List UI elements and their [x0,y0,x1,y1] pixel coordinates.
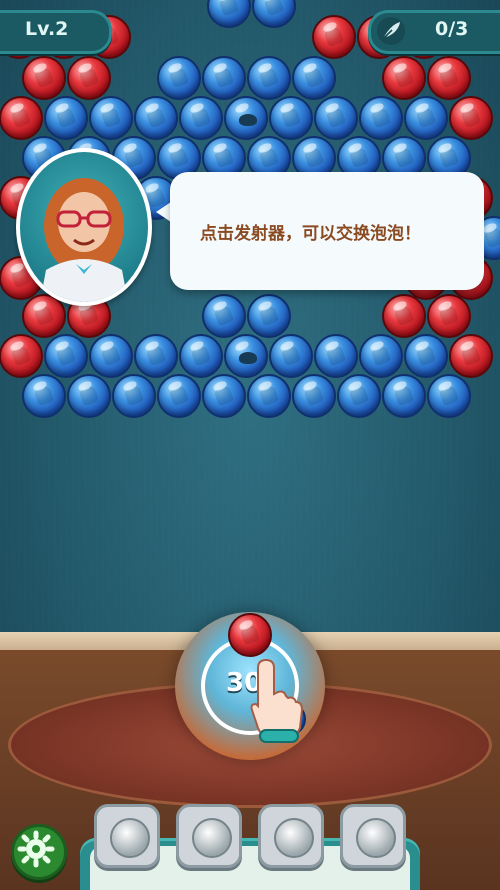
feather-icon [377,17,405,45]
red-bubble [427,56,471,100]
red-bubble [22,56,66,100]
tap-hand-icon [250,658,304,743]
blue-bubble [292,56,336,100]
blue-bubble [179,334,223,378]
red-bubble [382,294,426,338]
booster-flower-bomb[interactable] [340,804,406,868]
feather-counter: 0/3 [368,10,500,54]
blue-bubble [382,374,426,418]
blue-bubble [337,374,381,418]
red-bubble [449,334,493,378]
blue-bubble [247,374,291,418]
tutorial-speech-bubble: 点击发射器，可以交换泡泡！ [170,172,484,290]
red-bubble [0,96,43,140]
current-bubble[interactable] [228,613,272,657]
rocket-icon [274,818,314,858]
blue-bubble [404,96,448,140]
trapped-bird-icon [239,352,257,364]
red-bubble [382,56,426,100]
paint-bottle-icon [110,818,150,858]
booster-rocket[interactable] [258,804,324,868]
trapped-bird-icon [239,114,257,126]
blue-bubble [314,96,358,140]
blue-bubble [22,374,66,418]
blue-bubble [404,334,448,378]
tutorial-text: 点击发射器，可以交换泡泡！ [200,224,421,244]
blue-bubble [247,56,291,100]
blue-bubble [359,96,403,140]
blue-bubble [202,56,246,100]
flower-bomb-icon [356,818,396,858]
blue-bubble [427,374,471,418]
blue-bubble [292,374,336,418]
blue-bubble [247,294,291,338]
blue-bubble [269,334,313,378]
blue-bubble [134,334,178,378]
blue-bubble [359,334,403,378]
red-bubble [427,294,471,338]
blue-bubble [157,374,201,418]
blue-bubble [179,96,223,140]
blue-bubble [314,334,358,378]
blue-bubble [224,334,268,378]
blue-bubble [269,96,313,140]
red-bubble [0,334,43,378]
blue-bubble [112,374,156,418]
feather-count: 0/3 [435,18,469,40]
blue-bubble [202,374,246,418]
yarn-ball-icon [192,818,232,858]
blue-bubble [202,294,246,338]
blue-bubble [157,56,201,100]
red-bubble [67,56,111,100]
red-bubble [312,15,356,59]
tutorial-avatar [16,148,152,306]
game-screen: Lv.2 0/3 点击发射器，可以交换泡泡！ 30 [0,0,500,890]
blue-bubble [89,96,133,140]
gear-icon [17,830,55,868]
blue-bubble [44,96,88,140]
blue-bubble [67,374,111,418]
booster-paint-bottle[interactable] [94,804,160,868]
blue-bubble [134,96,178,140]
level-badge: Lv.2 [0,10,112,54]
blue-bubble [224,96,268,140]
red-bubble [449,96,493,140]
blue-bubble [44,334,88,378]
settings-button[interactable] [11,824,67,880]
booster-yarn-ball[interactable] [176,804,242,868]
level-label: Lv.2 [25,18,69,40]
blue-bubble [89,334,133,378]
